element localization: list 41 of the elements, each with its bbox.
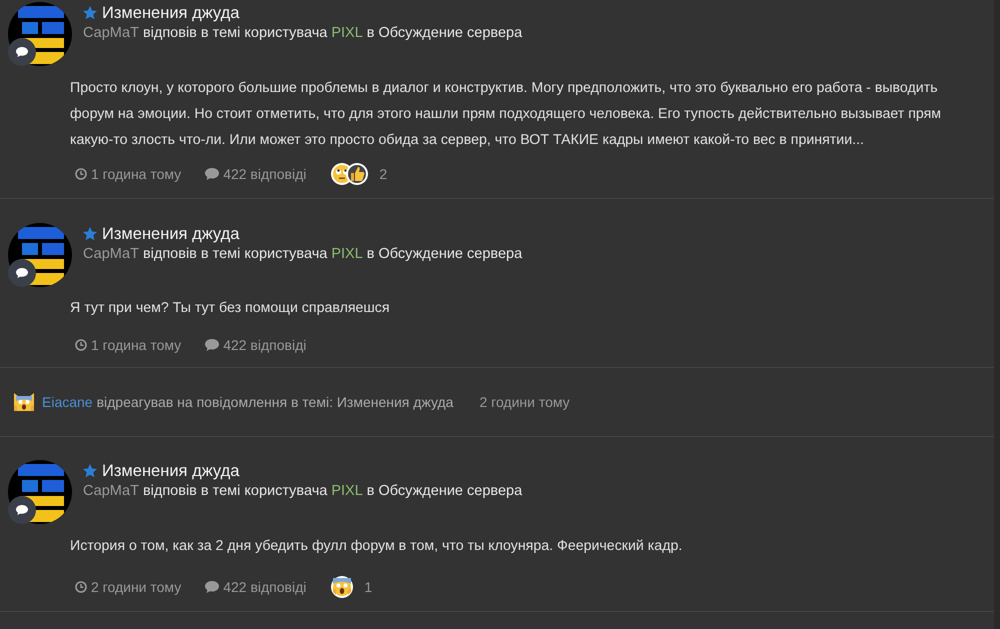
comment-icon <box>16 268 28 278</box>
post-excerpt: Я тут при чем? Ты тут без помощи справляешся <box>70 298 391 318</box>
comment-icon <box>205 581 220 593</box>
user-link[interactable]: Eiacane <box>42 394 93 410</box>
reply-count: 422 відповіді <box>223 579 306 595</box>
author-link[interactable]: СарМаТ <box>83 25 139 41</box>
comment-icon <box>205 168 220 180</box>
user-link[interactable]: PIXL <box>331 246 363 262</box>
action-text: відповів в темі користувача <box>142 246 328 262</box>
reaction-count: 2 <box>379 166 388 182</box>
topic-title-link[interactable]: Изменения джуда <box>102 462 240 480</box>
clock-icon <box>75 581 87 593</box>
reply-count: 422 відповіді <box>223 336 306 352</box>
user-link[interactable]: PIXL <box>331 483 363 499</box>
topic-title-link[interactable]: Изменения джуда <box>102 224 240 244</box>
comment-icon <box>16 47 28 57</box>
emoji-icon <box>330 575 354 599</box>
topic-title-link[interactable]: Изменения джуда <box>102 4 240 22</box>
time-text: 1 година тому <box>91 166 182 182</box>
user-link[interactable]: PIXL <box>331 25 363 41</box>
comment-icon <box>205 338 220 350</box>
forum-text: в Обсуждение сервера <box>366 246 522 262</box>
time-text: 2 години тому <box>91 579 182 595</box>
time-text: 2 години тому <box>479 394 570 410</box>
action-text: відповів в темі користувача <box>142 483 328 499</box>
clock-icon <box>75 338 87 350</box>
forum-text: в Обсуждение сервера <box>366 483 522 499</box>
author-link[interactable]: СарМаТ <box>83 246 139 262</box>
post-excerpt: История о том, как за 2 дня убедить фулл форум в том, что ты клоуняра. Феерический кадр. <box>70 537 684 556</box>
reply-count: 422 відповіді <box>223 166 306 182</box>
author-link[interactable]: СарМаТ <box>83 483 139 499</box>
clock-icon <box>75 168 87 180</box>
post-excerpt: Просто клоун, у которого большие проблемы в диалог и конструктив. Могу предположить, что это буквально его работа - выводить форум на эмоции. Но стоит отметить, что для этого нашли прям подходящего человека. Его тупость действительно вызывает прям какую-то злость что-ли. Или может это просто обида за сервер, что ВОТ ТАКИЕ кадры имеют какой-то вес в принятии... <box>70 78 942 150</box>
activity-text: відреагував на повідомлення в темі: Изменения джуда <box>96 394 454 410</box>
reaction-count: 1 <box>364 579 372 595</box>
time-text: 1 година тому <box>91 336 182 352</box>
emoji-icon <box>12 390 36 414</box>
action-text: відповів в темі користувача <box>142 25 328 41</box>
emoji-icon <box>345 162 370 186</box>
forum-text: в Обсуждение сервера <box>366 25 522 41</box>
comment-icon <box>16 505 28 515</box>
